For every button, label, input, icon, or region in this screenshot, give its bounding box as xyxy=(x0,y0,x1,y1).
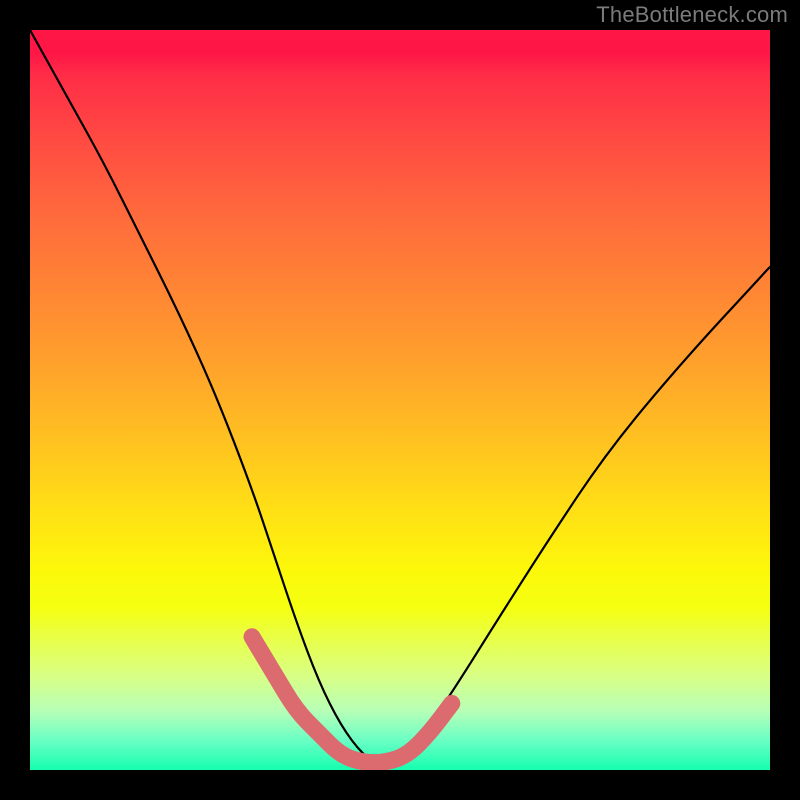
bottleneck-curve xyxy=(30,30,770,766)
chart-frame: TheBottleneck.com xyxy=(0,0,800,800)
watermark-text: TheBottleneck.com xyxy=(596,2,788,28)
highlight-marker xyxy=(252,637,452,763)
plot-area xyxy=(30,30,770,770)
curve-svg xyxy=(30,30,770,770)
